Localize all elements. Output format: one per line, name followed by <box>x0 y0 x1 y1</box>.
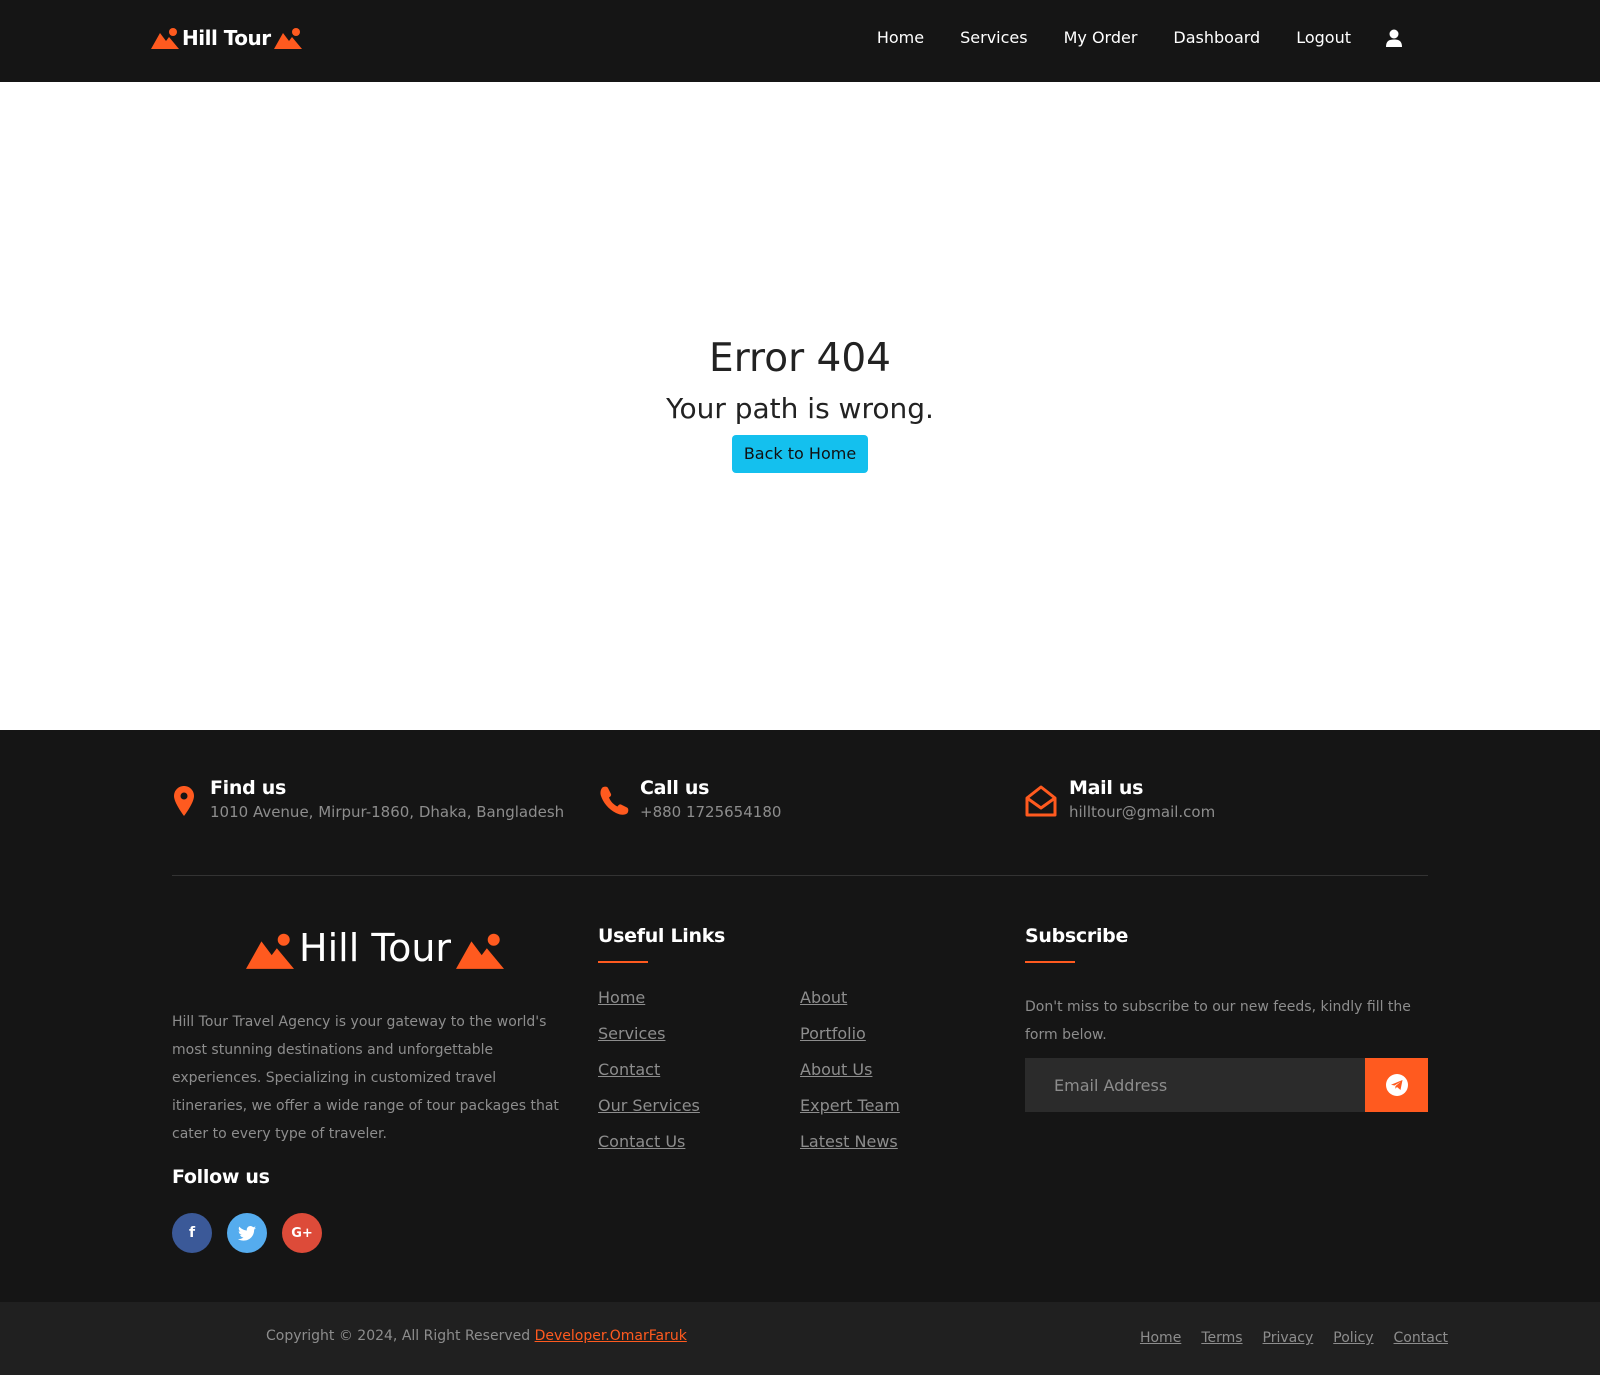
follow-us-title: Follow us <box>172 1166 270 1188</box>
nav-services[interactable]: Services <box>960 28 1027 47</box>
footer-link-about-us[interactable]: About Us <box>800 1060 900 1096</box>
phone-icon <box>600 786 629 815</box>
contact-mail-us: Mail us hilltour@gmail.com <box>1025 777 1215 821</box>
nav-dashboard[interactable]: Dashboard <box>1173 28 1260 47</box>
footer-link-services[interactable]: Services <box>598 1024 700 1060</box>
error-subtitle: Your path is wrong. <box>666 392 934 425</box>
contact-value: hilltour@gmail.com <box>1069 803 1216 821</box>
footer-link-expert-team[interactable]: Expert Team <box>800 1096 900 1132</box>
twitter-icon[interactable] <box>227 1213 267 1253</box>
subscribe-title: Subscribe <box>1025 925 1129 947</box>
error-title: Error 404 <box>709 336 891 381</box>
bottom-link-contact[interactable]: Contact <box>1394 1330 1448 1346</box>
subscribe-underline <box>1025 961 1075 963</box>
mountain-icon <box>273 28 302 49</box>
footer-link-about[interactable]: About <box>800 988 900 1024</box>
bottom-link-terms[interactable]: Terms <box>1201 1330 1242 1346</box>
useful-links-right: About Portfolio About Us Expert Team Lat… <box>800 988 900 1168</box>
useful-links-left: Home Services Contact Our Services Conta… <box>598 988 700 1168</box>
footer: Find us 1010 Avenue, Mirpur-1860, Dhaka,… <box>0 730 1600 1302</box>
footer-link-home[interactable]: Home <box>598 988 700 1024</box>
contact-value: +880 1725654180 <box>640 803 782 821</box>
contact-value: 1010 Avenue, Mirpur-1860, Dhaka, Banglad… <box>210 803 565 821</box>
useful-links-underline <box>598 961 648 963</box>
mountain-icon <box>246 933 294 969</box>
footer-about-text: Hill Tour Travel Agency is your gateway … <box>172 1014 559 1142</box>
google-plus-icon[interactable]: G+ <box>282 1213 322 1253</box>
useful-links-title: Useful Links <box>598 925 726 947</box>
telegram-send-icon <box>1385 1074 1408 1096</box>
copyright: Copyright © 2024, All Right Reserved Dev… <box>266 1328 687 1344</box>
subscribe-text: Don't miss to subscribe to our new feeds… <box>1025 999 1411 1043</box>
contact-title: Mail us <box>1069 777 1144 799</box>
email-input[interactable] <box>1025 1058 1365 1112</box>
footer-link-latest-news[interactable]: Latest News <box>800 1132 900 1168</box>
contact-find-us: Find us 1010 Avenue, Mirpur-1860, Dhaka,… <box>172 777 564 821</box>
brand-name: Hill Tour <box>182 26 271 50</box>
brand-logo[interactable]: Hill Tour <box>151 26 302 50</box>
user-icon[interactable] <box>1386 29 1402 47</box>
contact-title: Find us <box>210 777 286 799</box>
nav-logout[interactable]: Logout <box>1296 28 1351 47</box>
contact-title: Call us <box>640 777 710 799</box>
nav-home[interactable]: Home <box>877 28 924 47</box>
copyright-text: Copyright © 2024, All Right Reserved <box>266 1328 535 1344</box>
footer-link-our-services[interactable]: Our Services <box>598 1096 700 1132</box>
footer-link-contact-us[interactable]: Contact Us <box>598 1132 700 1168</box>
contact-call-us: Call us +880 1725654180 <box>598 777 781 821</box>
map-pin-icon <box>174 786 194 816</box>
bottom-nav: Home Terms Privacy Policy Contact <box>1120 1330 1448 1346</box>
bottom-bar: Copyright © 2024, All Right Reserved Dev… <box>0 1302 1600 1375</box>
twitter-bird-icon <box>238 1225 256 1241</box>
developer-link[interactable]: Developer.OmarFaruk <box>535 1328 687 1344</box>
envelope-open-icon <box>1025 785 1057 817</box>
bottom-link-home[interactable]: Home <box>1140 1330 1181 1346</box>
facebook-icon[interactable]: f <box>172 1213 212 1253</box>
bottom-link-privacy[interactable]: Privacy <box>1263 1330 1314 1346</box>
subscribe-submit-button[interactable] <box>1365 1058 1428 1112</box>
nav-my-order[interactable]: My Order <box>1064 28 1138 47</box>
back-to-home-button[interactable]: Back to Home <box>732 435 868 473</box>
header: Hill Tour Home Services My Order Dashboa… <box>0 0 1600 82</box>
footer-logo-text: Hill Tour <box>299 926 452 970</box>
main-nav: Home Services My Order Dashboard Logout <box>841 28 1402 47</box>
mountain-icon <box>151 28 179 49</box>
mountain-icon <box>456 933 505 969</box>
footer-link-portfolio[interactable]: Portfolio <box>800 1024 900 1060</box>
footer-link-contact[interactable]: Contact <box>598 1060 700 1096</box>
bottom-link-policy[interactable]: Policy <box>1333 1330 1373 1346</box>
footer-logo[interactable]: Hill Tour <box>246 926 505 970</box>
footer-divider <box>172 875 1428 876</box>
